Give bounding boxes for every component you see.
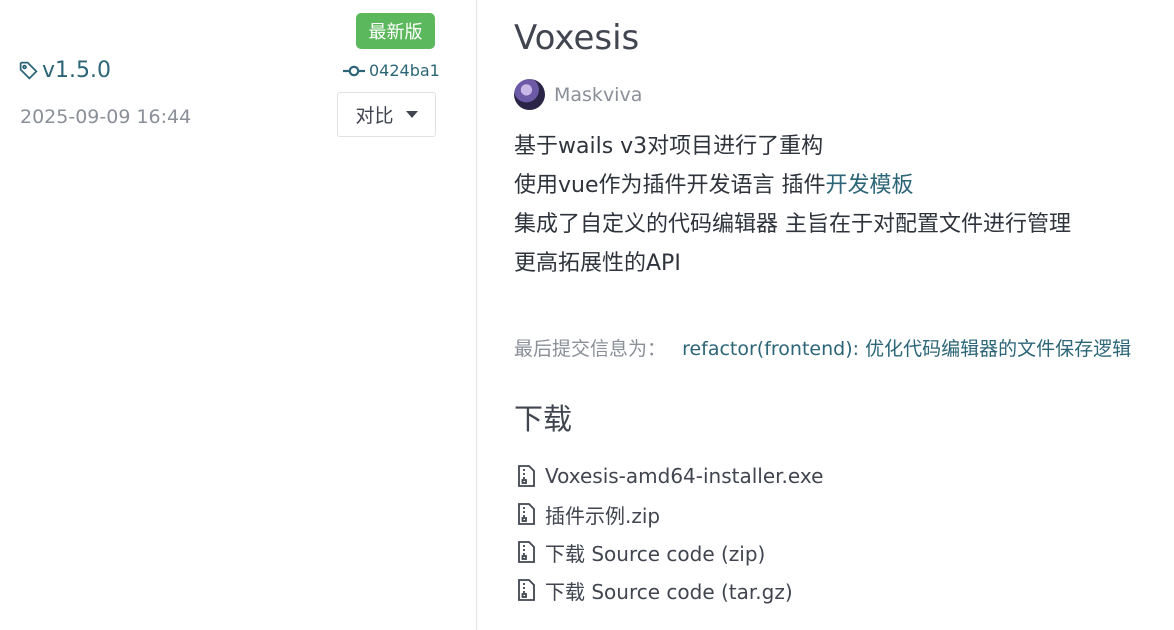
author-name[interactable]: Maskviva bbox=[554, 84, 642, 106]
commit-icon bbox=[343, 65, 365, 76]
download-item[interactable]: 下载 Source code (zip) bbox=[516, 533, 823, 571]
release-tag-link[interactable]: v1.5.0 bbox=[18, 58, 111, 83]
last-commit-message[interactable]: refactor(frontend): 优化代码编辑器的文件保存逻辑 bbox=[682, 338, 1131, 360]
latest-badge: 最新版 bbox=[356, 13, 435, 49]
notes-line: 基于wails v3对项目进行了重构 bbox=[514, 134, 824, 159]
download-item[interactable]: 下载 Source code (tar.gz) bbox=[516, 571, 823, 609]
downloads-title: 下载 bbox=[514, 402, 573, 436]
release-date: 2025-09-09 16:44 bbox=[20, 106, 192, 128]
last-commit: 最后提交信息为： refactor(frontend): 优化代码编辑器的文件保… bbox=[514, 334, 1131, 361]
template-link[interactable]: 开发模板 bbox=[826, 173, 914, 198]
downloads-list: Voxesis-amd64-installer.exe 插件示例.zip 下载 … bbox=[516, 457, 823, 609]
download-name: 下载 Source code (zip) bbox=[545, 541, 766, 566]
tag-name: v1.5.0 bbox=[42, 58, 111, 83]
compare-label: 对比 bbox=[355, 105, 394, 127]
avatar[interactable] bbox=[514, 79, 545, 110]
caret-down-icon bbox=[405, 111, 418, 118]
file-zip-icon bbox=[518, 465, 535, 487]
author[interactable]: Maskviva bbox=[514, 79, 642, 110]
commit-link[interactable]: 0424ba1 bbox=[343, 61, 440, 80]
compare-button[interactable]: 对比 bbox=[337, 92, 436, 137]
download-item[interactable]: Voxesis-amd64-installer.exe bbox=[516, 457, 823, 495]
file-zip-icon bbox=[518, 541, 535, 563]
download-name: Voxesis-amd64-installer.exe bbox=[545, 464, 824, 488]
release-title: Voxesis bbox=[514, 18, 640, 58]
tag-icon bbox=[19, 61, 38, 80]
notes-line: 更高拓展性的API bbox=[514, 251, 681, 276]
notes-text: 使用vue作为插件开发语言 插件 bbox=[514, 173, 826, 198]
release-notes: 基于wails v3对项目进行了重构 使用vue作为插件开发语言 插件开发模板 … bbox=[514, 127, 1071, 283]
commit-hash: 0424ba1 bbox=[369, 61, 440, 80]
download-name: 下载 Source code (tar.gz) bbox=[545, 579, 793, 604]
download-name: 插件示例.zip bbox=[545, 503, 661, 528]
file-zip-icon bbox=[518, 579, 535, 601]
download-item[interactable]: 插件示例.zip bbox=[516, 495, 823, 533]
notes-line: 集成了自定义的代码编辑器 主旨在于对配置文件进行管理 bbox=[514, 212, 1071, 237]
file-zip-icon bbox=[518, 503, 535, 525]
notes-line: 使用vue作为插件开发语言 插件开发模板 bbox=[514, 166, 1071, 205]
last-commit-label: 最后提交信息为： bbox=[514, 338, 667, 360]
release-sidebar: 最新版 v1.5.0 0424ba1 2025-09-09 16:44 对比 bbox=[0, 0, 477, 630]
